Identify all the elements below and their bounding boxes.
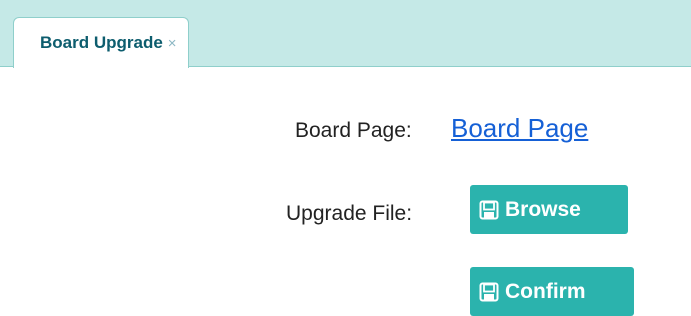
confirm-button[interactable]: Confirm (470, 267, 634, 316)
board-page-link[interactable]: Board Page (451, 113, 588, 144)
upgrade-form: Board Page: Board Page Upgrade File: Bro… (0, 67, 691, 316)
board-page-label: Board Page: (295, 119, 412, 142)
tab-label[interactable]: Board Upgrade (40, 33, 163, 53)
tab-bar: Board Upgrade × (0, 0, 691, 68)
floppy-disk-icon (479, 200, 499, 219)
confirm-label: Confirm (505, 279, 586, 303)
browse-label: Browse (505, 197, 581, 221)
upgrade-file-label: Upgrade File: (286, 202, 413, 225)
close-icon[interactable]: × (168, 36, 177, 51)
tab-board-upgrade[interactable]: Board Upgrade × (13, 17, 189, 68)
browse-button[interactable]: Browse (470, 185, 628, 234)
floppy-disk-icon (479, 282, 499, 301)
